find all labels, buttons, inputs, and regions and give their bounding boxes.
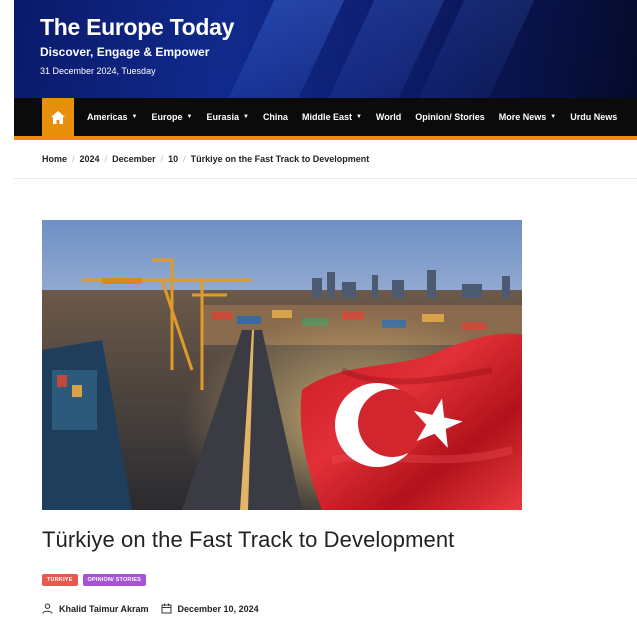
breadcrumb-link[interactable]: 2024: [80, 154, 100, 164]
divider: [14, 178, 637, 179]
nav-item-opinion-stories[interactable]: Opinion/ Stories: [415, 112, 485, 122]
caret-down-icon: ▼: [355, 114, 362, 120]
nav-item-middle-east[interactable]: Middle East ▼: [302, 112, 362, 122]
nav-item-label: Opinion/ Stories: [415, 112, 485, 122]
breadcrumb-separator: /: [72, 154, 75, 164]
nav-item-americas[interactable]: Americas ▼: [87, 112, 137, 122]
nav-item-label: Middle East: [301, 112, 352, 122]
breadcrumb-separator: /: [160, 154, 164, 164]
breadcrumb-separator: /: [183, 154, 186, 164]
nav-item-eurasia[interactable]: Eurasia ▼: [206, 112, 248, 122]
breadcrumb-link[interactable]: December: [112, 154, 156, 164]
user-icon: [42, 603, 53, 614]
caret-down-icon: ▼: [550, 114, 557, 120]
home-button[interactable]: [42, 98, 74, 136]
article-meta: Khalid Taimur Akram December 10, 2024: [42, 603, 259, 614]
site-title[interactable]: The Europe Today: [40, 14, 234, 41]
caret-down-icon: ▼: [131, 114, 138, 120]
breadcrumb-separator: /: [104, 154, 108, 164]
breadcrumb-current: Türkiye on the Fast Track to Development: [190, 154, 370, 164]
caret-down-icon: ▼: [186, 114, 193, 120]
article-title: Türkiye on the Fast Track to Development: [42, 527, 455, 552]
calendar-icon: [161, 603, 172, 614]
nav-item-europe[interactable]: Europe ▼: [151, 112, 192, 122]
article-date[interactable]: December 10, 2024: [178, 604, 259, 614]
nav-item-urdu-news[interactable]: Urdu News: [570, 112, 617, 122]
nav-item-china[interactable]: China: [263, 112, 288, 122]
nav-item-world[interactable]: World: [376, 112, 401, 122]
main-navigation: Americas ▼ Europe ▼ Eurasia ▼ China Middle East…: [14, 98, 637, 140]
breadcrumb-link[interactable]: Home: [42, 154, 67, 164]
nav-item-label: More News: [498, 112, 547, 122]
breadcrumb-link[interactable]: 10: [168, 154, 178, 164]
breadcrumb: Home / 2024 / December / 10 / Türkiye on the Fas…: [42, 154, 369, 164]
article-tags: Turkiye Opinion/ Stories: [42, 574, 147, 586]
nav-item-label: Eurasia: [206, 112, 239, 122]
home-icon: [51, 110, 65, 124]
author-link[interactable]: Khalid Taimur Akram: [59, 604, 149, 614]
nav-item-label: World: [375, 112, 402, 122]
nav-item-more-news[interactable]: More News ▼: [499, 112, 556, 122]
category-tag[interactable]: Opinion/ Stories: [82, 574, 147, 586]
featured-image: [42, 220, 522, 510]
caret-down-icon: ▼: [242, 114, 249, 120]
nav-item-label: China: [262, 112, 288, 122]
site-header: The Europe Today Discover, Engage & Empo…: [14, 0, 637, 98]
nav-menu: Americas ▼ Europe ▼ Eurasia ▼ China Middle East…: [87, 98, 617, 136]
nav-item-label: Europe: [151, 112, 183, 122]
nav-item-label: Americas: [87, 112, 128, 122]
category-tag[interactable]: Turkiye: [42, 574, 78, 586]
site-date: 31 December 2024, Tuesday: [40, 66, 156, 76]
site-tagline: Discover, Engage & Empower: [40, 45, 210, 59]
nav-item-label: Urdu News: [570, 112, 618, 122]
